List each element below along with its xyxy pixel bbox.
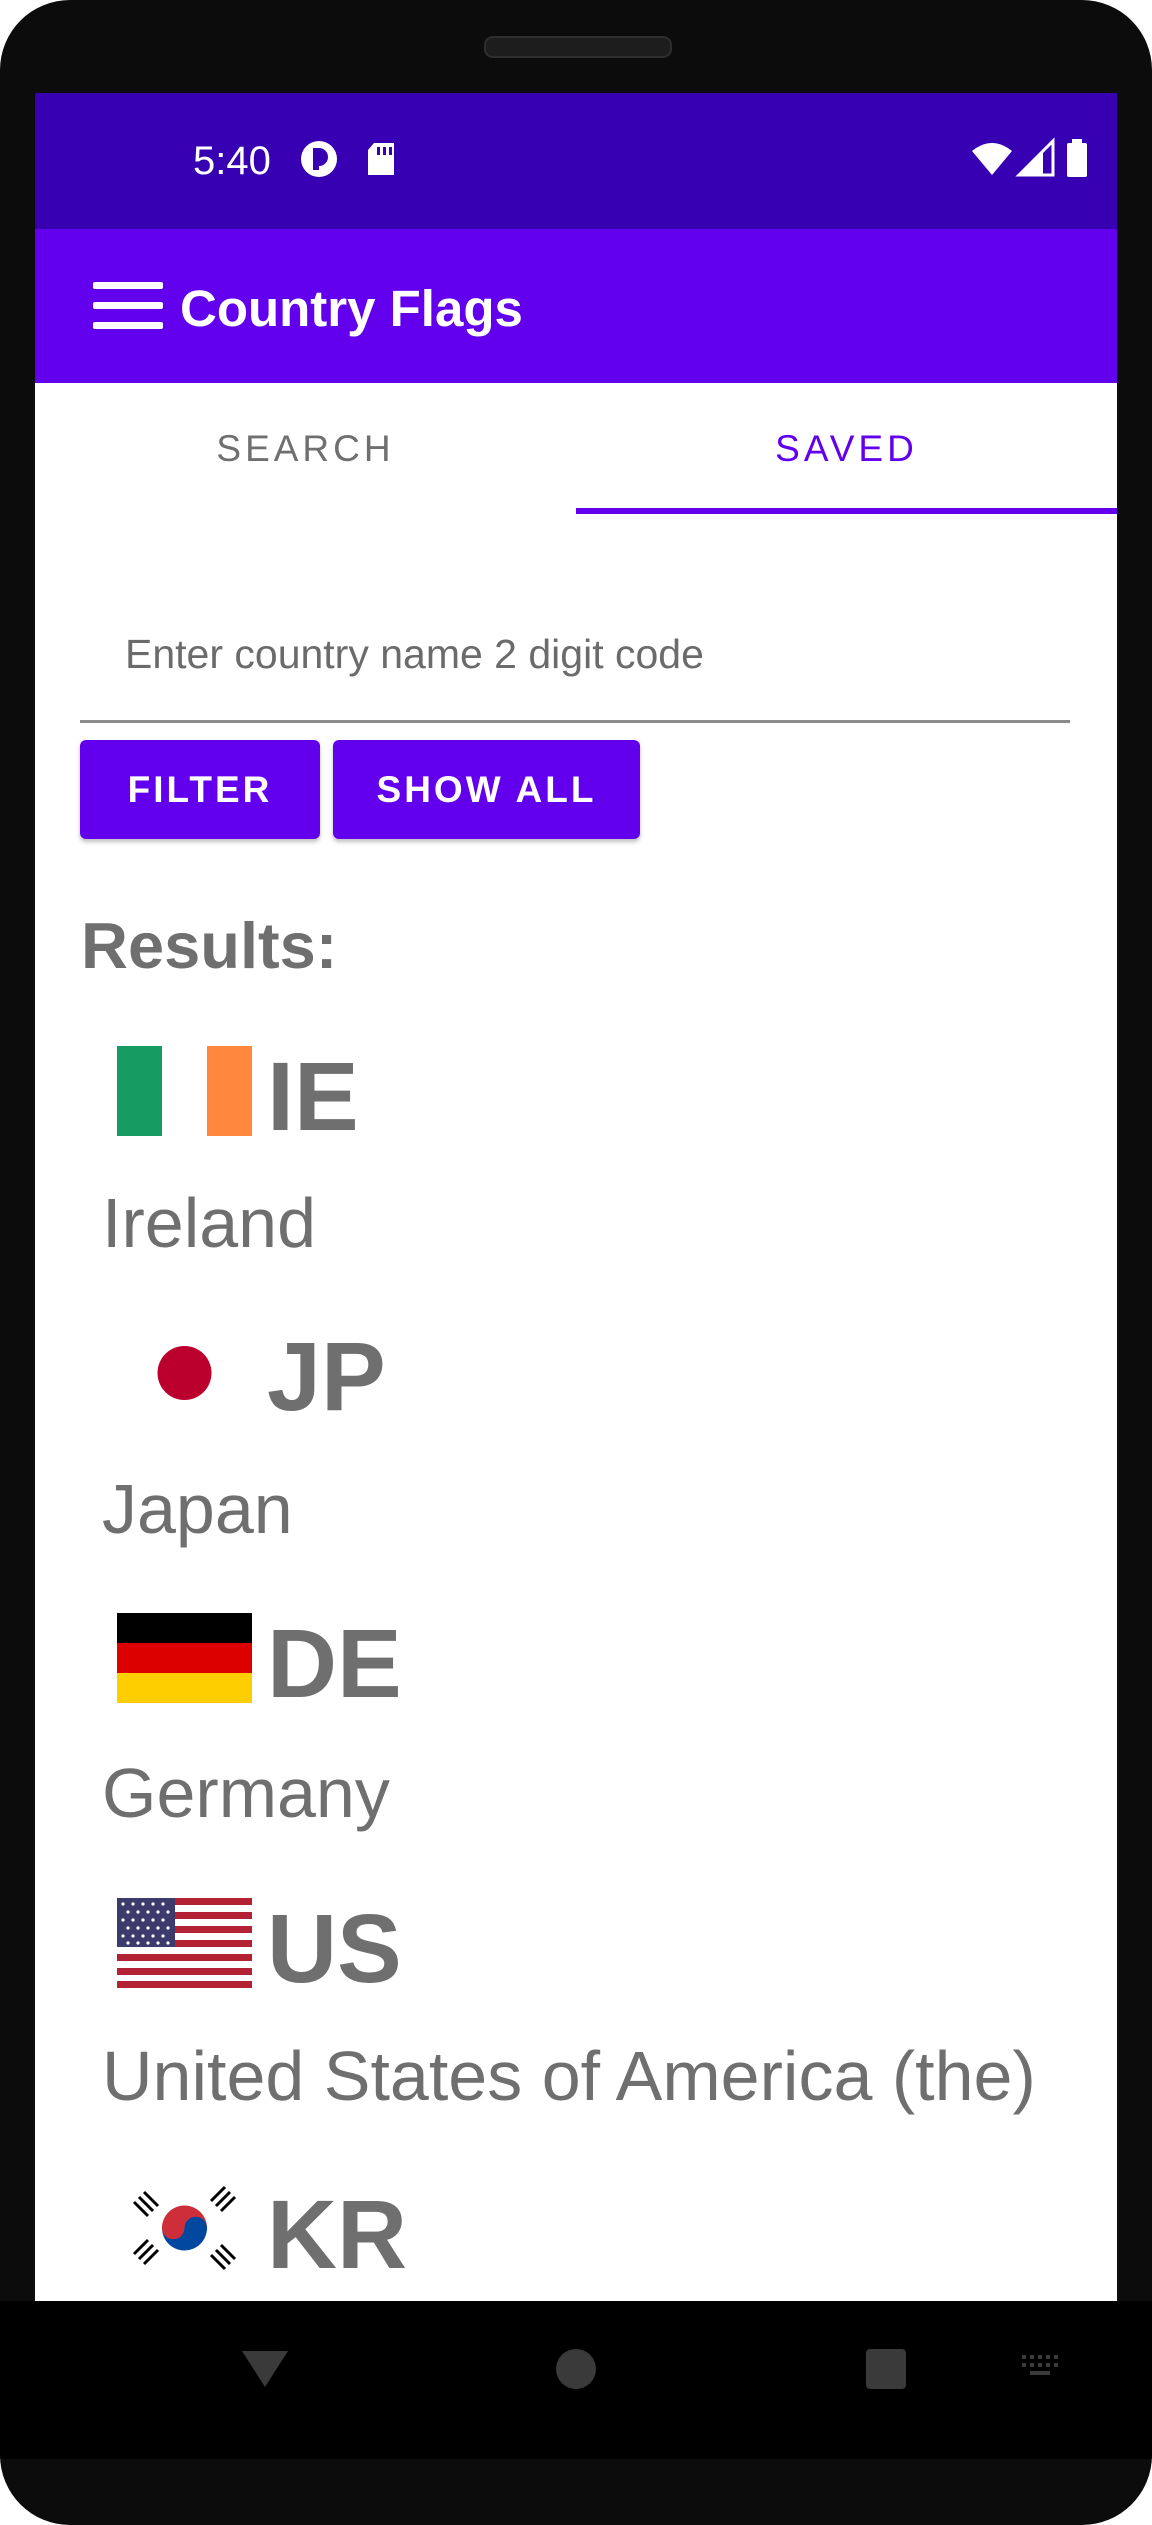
recents-icon[interactable] [864,2347,908,2391]
country-code: KR [267,2180,408,2289]
search-field [80,590,1070,720]
show-all-button[interactable]: SHOW ALL [333,740,640,839]
tab-indicator [576,508,1117,514]
app-toolbar: Country Flags [35,229,1117,383]
usa-flag-icon [117,1898,252,1988]
country-name: Japan [102,1470,293,1548]
tab-saved[interactable]: SAVED [576,383,1117,515]
signal-icon [1015,137,1055,177]
country-code: DE [267,1609,402,1718]
results-heading: Results: [81,909,338,982]
back-icon[interactable] [240,2347,290,2391]
speaker [484,36,672,58]
battery-icon [1067,139,1087,177]
sd-card-icon [368,143,394,175]
tab-bar: SEARCH SAVED [35,383,1117,515]
ireland-flag-icon [117,1046,252,1136]
country-name: Ireland [102,1184,317,1262]
notification-app-icon [301,141,337,177]
search-input[interactable] [80,590,1070,718]
country-name: Germany [102,1754,390,1832]
home-icon[interactable] [554,2347,598,2391]
wifi-icon [972,143,1012,175]
filter-button[interactable]: FILTER [80,740,320,839]
app-title: Country Flags [180,280,523,337]
keyboard-icon[interactable] [1020,2353,1064,2381]
country-name: United States of America (the) [102,2037,1036,2115]
menu-icon[interactable] [93,280,163,332]
search-input-underline [80,720,1070,723]
country-code: IE [267,1042,359,1151]
country-code: JP [267,1322,386,1431]
tab-search[interactable]: SEARCH [35,383,576,515]
country-code: US [267,1894,402,2003]
system-nav-bar [0,2301,1152,2459]
japan-flag-icon [117,1328,252,1418]
device-frame: 5:40 Country Flags SEARCH SAVED Enter co… [0,0,1152,2525]
germany-flag-icon [117,1613,252,1703]
status-time: 5:40 [193,139,271,183]
screen: 5:40 Country Flags SEARCH SAVED Enter co… [35,93,1117,2301]
status-bar: 5:40 [35,93,1117,229]
south-korea-flag-icon [117,2183,252,2273]
